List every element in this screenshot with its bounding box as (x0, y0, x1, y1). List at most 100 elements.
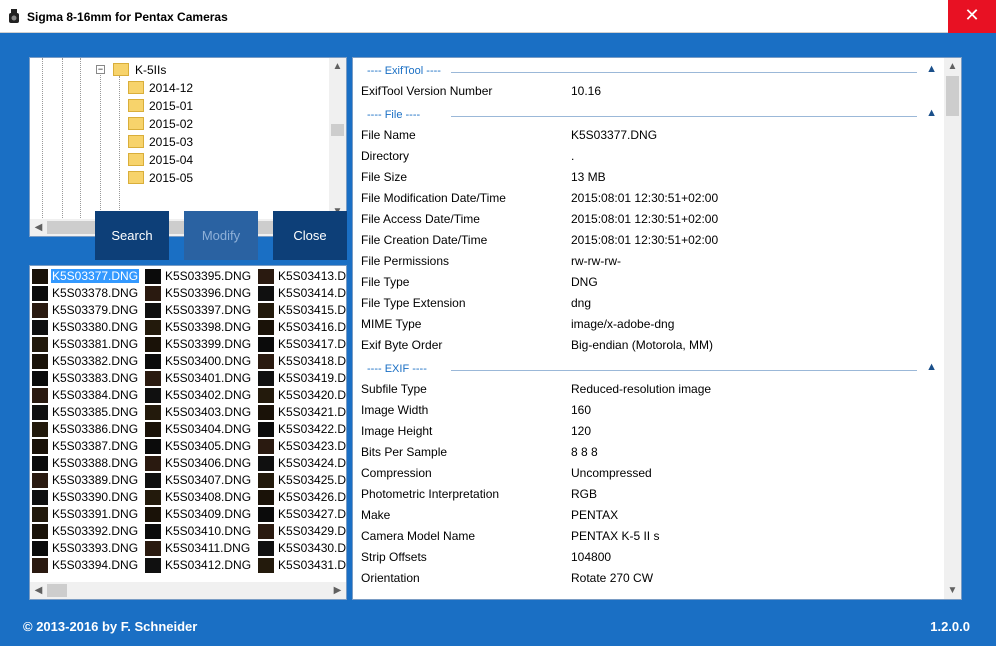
exif-group-header[interactable]: ---- ExifTool ---- ▲ (361, 62, 941, 80)
collapse-icon[interactable]: − (96, 65, 105, 74)
window-title: Sigma 8-16mm for Pentax Cameras (27, 10, 228, 24)
file-name: K5S03401.DNG (165, 371, 252, 385)
file-name: K5S03394.DNG (52, 558, 139, 572)
tree-node-folder[interactable]: 2015-03 (128, 133, 318, 151)
folder-icon (128, 135, 144, 148)
exif-tag-value: 8 8 8 (571, 445, 598, 459)
folder-icon (128, 171, 144, 184)
group-divider (451, 370, 917, 371)
exif-row: File Size 13 MB (361, 167, 941, 188)
exif-row: File Type Extension dng (361, 293, 941, 314)
file-list[interactable]: K5S03431.D K5S03430.D K5S03429.D K5S03427.D… (29, 265, 347, 600)
exif-tag-value: dng (571, 296, 592, 310)
tree-node-folder[interactable]: 2015-01 (128, 97, 318, 115)
folder-icon (113, 63, 129, 76)
exif-tag-name: File Creation Date/Time (361, 233, 488, 247)
tree-node-folder[interactable]: 2014-12 (128, 79, 318, 97)
file-name: K5S03420.D (278, 388, 347, 402)
file-name: K5S03382.DNG (52, 354, 139, 368)
exif-tag-name: ExifTool Version Number (361, 84, 493, 98)
exif-tag-value: DNG (571, 275, 598, 289)
file-name: K5S03406.DNG (165, 456, 252, 470)
image-thumbnail-icon (145, 439, 161, 454)
file-name: K5S03422.D (278, 422, 347, 436)
image-thumbnail-icon (258, 405, 274, 420)
file-name: K5S03424.D (278, 456, 347, 470)
file-name: K5S03430.D (278, 541, 347, 555)
collapse-group-icon[interactable]: ▲ (926, 107, 937, 119)
exif-tag-value: Big-endian (Motorola, MM) (571, 338, 714, 352)
image-thumbnail-icon (258, 558, 274, 573)
image-thumbnail-icon (32, 286, 48, 301)
file-name: K5S03393.DNG (52, 541, 139, 555)
exif-group-header[interactable]: ---- EXIF ---- ▲ (361, 360, 941, 378)
image-thumbnail-icon (145, 490, 161, 505)
file-list-horizontal-scrollbar[interactable]: ◀ ▶ (30, 582, 346, 599)
group-divider (451, 116, 917, 117)
exif-tag-value: Reduced-resolution image (571, 382, 712, 396)
exif-tag-name: Strip Offsets (361, 550, 427, 564)
exif-row: File Name K5S03377.DNG (361, 125, 941, 146)
image-thumbnail-icon (145, 422, 161, 437)
image-thumbnail-icon (258, 371, 274, 386)
exif-tag-name: File Name (361, 128, 416, 142)
image-thumbnail-icon (258, 456, 274, 471)
scroll-thumb[interactable] (47, 584, 67, 597)
exif-tag-name: Make (361, 508, 391, 522)
scroll-left-icon[interactable]: ◀ (30, 582, 47, 599)
file-name: K5S03383.DNG (52, 371, 139, 385)
tree-guide-line (62, 58, 63, 220)
image-thumbnail-icon (258, 354, 274, 369)
tree-node-label: 2015-02 (149, 117, 194, 131)
exif-tag-value: K5S03377.DNG (571, 128, 658, 142)
image-thumbnail-icon (145, 354, 161, 369)
file-name: K5S03425.D (278, 473, 347, 487)
image-thumbnail-icon (145, 286, 161, 301)
folder-icon (128, 117, 144, 130)
tree-node-folder[interactable]: 2015-05 (128, 169, 318, 187)
scroll-left-icon[interactable]: ◀ (30, 219, 47, 236)
search-button[interactable]: Search (95, 211, 169, 260)
scroll-up-icon[interactable]: ▲ (944, 58, 961, 75)
scroll-thumb[interactable] (47, 221, 311, 234)
scroll-up-icon[interactable]: ▲ (329, 58, 346, 75)
file-name: K5S03384.DNG (52, 388, 139, 402)
exif-group-header[interactable]: ---- File ---- ▲ (361, 106, 941, 124)
tree-vertical-scrollbar[interactable]: ▲ ▼ (329, 58, 346, 220)
scroll-thumb[interactable] (331, 124, 344, 136)
close-window-button[interactable]: ✕ (948, 0, 996, 33)
tree-node-label: 2015-04 (149, 153, 194, 167)
collapse-group-icon[interactable]: ▲ (926, 63, 937, 75)
group-title: ---- File ---- (367, 109, 425, 121)
exif-vertical-scrollbar[interactable]: ▲ ▼ (944, 58, 961, 599)
image-thumbnail-icon (32, 405, 48, 420)
folder-icon (128, 99, 144, 112)
collapse-group-icon[interactable]: ▲ (926, 361, 937, 373)
tree-node-folder[interactable]: 2015-02 (128, 115, 318, 133)
scroll-thumb[interactable] (946, 76, 959, 116)
exif-row: Orientation Rotate 270 CW (361, 568, 941, 589)
tree-node-label: 2015-01 (149, 99, 194, 113)
scroll-right-icon[interactable]: ▶ (329, 582, 346, 599)
scroll-down-icon[interactable]: ▼ (944, 582, 961, 599)
tree-node-folder[interactable]: 2015-04 (128, 151, 318, 169)
exif-row: File Access Date/Time 2015:08:01 12:30:51… (361, 209, 941, 230)
modify-button[interactable]: Modify (184, 211, 258, 260)
exif-tag-value: 104800 (571, 550, 612, 564)
exif-tag-value: 13 MB (571, 170, 606, 184)
tree-node-label: 2015-03 (149, 135, 194, 149)
image-thumbnail-icon (32, 541, 48, 556)
file-name: K5S03388.DNG (52, 456, 139, 470)
image-thumbnail-icon (145, 541, 161, 556)
tree-guide-line (80, 58, 81, 220)
tree-node-root[interactable]: − K-5IIs (94, 61, 324, 79)
tree-guide-line (100, 70, 101, 220)
close-button[interactable]: Close (273, 211, 347, 260)
image-thumbnail-icon (32, 524, 48, 539)
image-thumbnail-icon (32, 558, 48, 573)
image-thumbnail-icon (258, 422, 274, 437)
folder-tree[interactable]: − K-5IIs 2014-12 2015-01 2015-02 2015-03 (29, 57, 347, 237)
version-text: 1.2.0.0 (930, 619, 970, 634)
exif-tag-name: MIME Type (361, 317, 422, 331)
exif-tag-name: Bits Per Sample (361, 445, 448, 459)
